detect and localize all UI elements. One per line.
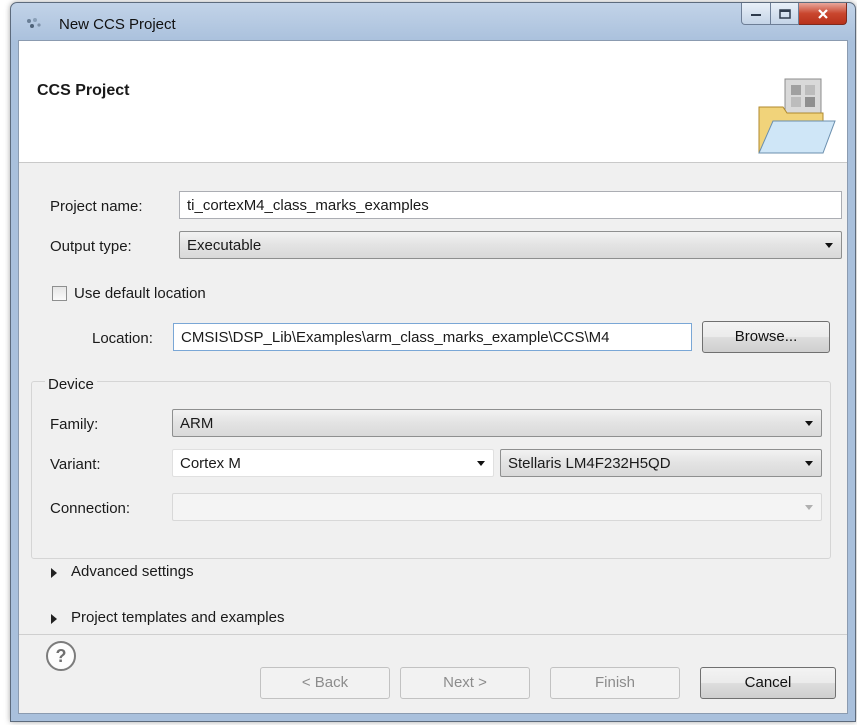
variant-value: Stellaris LM4F232H5QD bbox=[508, 455, 671, 472]
variant-filter-combo[interactable]: Cortex M bbox=[172, 449, 494, 477]
banner-title: CCS Project bbox=[37, 82, 130, 99]
advanced-settings-toggle[interactable]: Advanced settings bbox=[71, 563, 194, 580]
chevron-down-icon bbox=[805, 505, 813, 510]
output-type-label: Output type: bbox=[50, 238, 132, 255]
browse-button[interactable]: Browse... bbox=[702, 321, 830, 353]
chevron-down-icon bbox=[825, 243, 833, 248]
family-label: Family: bbox=[50, 416, 99, 433]
connection-select[interactable] bbox=[172, 493, 822, 521]
help-button[interactable]: ? bbox=[46, 641, 76, 671]
variant-filter-value: Cortex M bbox=[180, 455, 241, 472]
variant-select[interactable]: Stellaris LM4F232H5QD bbox=[500, 449, 822, 477]
maximize-button[interactable] bbox=[771, 3, 799, 25]
location-label: Location: bbox=[92, 330, 153, 347]
project-templates-toggle[interactable]: Project templates and examples bbox=[71, 609, 284, 626]
chevron-down-icon bbox=[805, 421, 813, 426]
dialog-window: New CCS Project CCS Project Project name… bbox=[10, 2, 856, 722]
help-icon: ? bbox=[55, 646, 67, 666]
footer-divider bbox=[19, 634, 847, 635]
use-default-location-label[interactable]: Use default location bbox=[74, 285, 206, 302]
variant-label: Variant: bbox=[50, 456, 101, 473]
expand-arrow-icon[interactable] bbox=[51, 614, 57, 624]
family-select[interactable]: ARM bbox=[172, 409, 822, 437]
device-group-title: Device bbox=[45, 376, 97, 393]
minimize-icon bbox=[751, 13, 761, 16]
use-default-location-checkbox[interactable] bbox=[52, 286, 67, 301]
maximize-icon bbox=[778, 8, 791, 19]
cancel-button[interactable]: Cancel bbox=[700, 667, 836, 699]
close-button[interactable] bbox=[799, 3, 847, 25]
window-title: New CCS Project bbox=[59, 16, 176, 33]
wizard-banner: CCS Project bbox=[19, 41, 847, 163]
dialog-body: CCS Project Project name: ti_cortexM4_cl… bbox=[18, 40, 848, 714]
project-name-label: Project name: bbox=[50, 198, 143, 215]
next-button[interactable]: Next > bbox=[400, 667, 530, 699]
app-icon bbox=[27, 18, 41, 28]
title-bar[interactable]: New CCS Project bbox=[11, 3, 855, 41]
location-field[interactable]: CMSIS\DSP_Lib\Examples\arm_class_marks_e… bbox=[173, 323, 692, 351]
family-value: ARM bbox=[180, 415, 214, 432]
output-type-value: Executable bbox=[187, 237, 262, 254]
output-type-select[interactable]: Executable bbox=[179, 231, 842, 259]
finish-button[interactable]: Finish bbox=[550, 667, 680, 699]
chevron-down-icon bbox=[477, 461, 485, 466]
expand-arrow-icon[interactable] bbox=[51, 568, 57, 578]
close-icon bbox=[817, 8, 828, 19]
chevron-down-icon bbox=[805, 461, 813, 466]
connection-label: Connection: bbox=[50, 500, 131, 517]
project-folder-icon bbox=[758, 78, 836, 154]
project-name-field[interactable]: ti_cortexM4_class_marks_examples bbox=[179, 191, 842, 219]
minimize-button[interactable] bbox=[741, 3, 771, 25]
back-button[interactable]: < Back bbox=[260, 667, 390, 699]
